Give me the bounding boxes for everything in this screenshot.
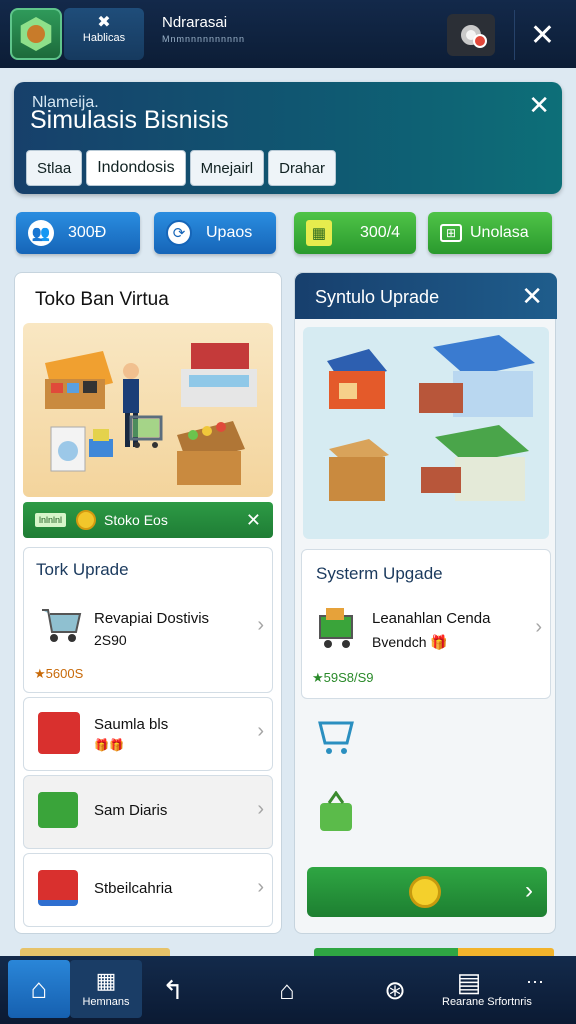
app-title: Ndrarasai <box>162 14 228 31</box>
tab-3[interactable]: Mnejairl <box>189 150 265 186</box>
shop-title: Toko Ban Virtua <box>35 289 169 310</box>
store-upgrade-title: Tork Uprade <box>36 560 129 579</box>
cart-outline-icon[interactable] <box>317 717 355 757</box>
shop-bar-label: Stoko Eos <box>104 512 168 528</box>
brand-label: Hablicas <box>82 32 126 44</box>
menu-button[interactable]: ▦ Hemnans <box>70 960 142 1018</box>
header-tabs: Stlaa Indondosis Mnejairl Drahar <box>26 150 336 186</box>
tab-4[interactable]: Drahar <box>268 150 336 186</box>
tab-1[interactable]: Stlaa <box>26 150 83 186</box>
app-logo[interactable] <box>10 8 62 60</box>
record-indicator-icon <box>473 34 487 48</box>
system-upgrade-item-name: Leanahlan Cenda <box>372 610 491 627</box>
coin-icon <box>409 876 441 908</box>
home-icon[interactable]: ⌂ <box>8 960 70 1018</box>
chevron-right-icon: › <box>525 877 533 904</box>
chevron-right-icon: › <box>257 614 264 636</box>
back-icon[interactable]: ↰ <box>148 956 198 1024</box>
top-bar: ✖ Hablicas Ndrarasai Mnmnnnnnnnnnn ✕ <box>0 0 576 68</box>
system-upgrade-price: ★59S8/S9 <box>312 670 374 685</box>
chevron-right-icon: › <box>257 798 264 820</box>
list-item[interactable]: Sam Diaris › <box>23 775 273 849</box>
tab-2-active[interactable]: Indondosis <box>86 150 186 186</box>
gift-icon: ▦ <box>306 220 332 246</box>
store-upgrade-item-name: Revapiai Dostivis <box>94 610 210 627</box>
shop-tag: lnlnlnl <box>35 513 67 527</box>
coin-icon <box>76 510 97 530</box>
record-button[interactable] <box>447 14 495 56</box>
shop-illustration <box>23 323 273 497</box>
system-upgrade-panel: Syntulo Uprade ✕ Systerm Upgade Leanahla… <box>294 272 557 934</box>
system-upgrade-card[interactable]: Systerm Upgade Leanahlan Cenda Bvendch 🎁… <box>301 549 551 699</box>
close-button[interactable]: ✕ <box>514 10 570 60</box>
chevron-right-icon: › <box>257 720 264 742</box>
list-item-sub: 🎁🎁 <box>94 738 124 752</box>
store-upgrade-card[interactable]: Tork Uprade Revapiai Dostivis 2S90 › ★56… <box>23 547 273 693</box>
chevron-right-icon: › <box>257 876 264 898</box>
store-upgrade-price: ★5600S <box>34 666 84 681</box>
header-title: Simulasis Bisnisis <box>30 106 229 134</box>
chevron-right-icon: › <box>535 616 542 638</box>
system-upgrade-title: Syntulo Uprade <box>315 287 440 307</box>
brand-button[interactable]: ✖ Hablicas <box>64 8 144 60</box>
simulation-header: Nlameija. Simulasis Bisnisis ✕ Stlaa Ind… <box>14 82 562 194</box>
system-upgrade-card-title: Systerm Upgade <box>316 564 443 583</box>
virtual-shop-panel: Toko Ban Virtua lnlnlnl Stoko Eos ✕ Tork… <box>14 272 282 934</box>
stat-label-4: Unolasa <box>470 224 529 241</box>
stat-button-4[interactable]: ⊞ Unolasa <box>428 212 552 254</box>
cart-icon <box>38 792 78 828</box>
home-outline-icon[interactable]: ⌂ <box>262 956 312 1024</box>
system-upgrade-header: Syntulo Uprade ✕ <box>295 273 557 319</box>
grid-icon: ⊞ <box>440 224 462 242</box>
stat-label-3: 300/4 <box>360 224 401 241</box>
system-upgrade-item-sub: Bvendch 🎁 <box>372 634 448 650</box>
cart-icon <box>314 606 360 650</box>
box-icon <box>38 712 80 754</box>
stat-label-2: Upaos <box>206 224 253 241</box>
stat-button-2[interactable]: ⟳ Upaos <box>154 212 276 254</box>
confirm-upgrade-button[interactable]: › <box>307 867 547 917</box>
store-upgrade-item-sub: 2S90 <box>94 632 127 648</box>
stat-button-1[interactable]: 👥 300Ð <box>16 212 140 254</box>
system-upgrade-illustration <box>303 327 549 539</box>
bottom-nav: ⌂ ▦ Hemnans ↰ ⌂ ⊛ ▤ ⋯ Rearane Srfortnris <box>0 956 576 1024</box>
system-upgrade-close-button[interactable]: ✕ <box>521 281 543 312</box>
settings-icon[interactable]: ⊛ <box>370 956 420 1024</box>
list-item[interactable]: Stbeilcahria › <box>23 853 273 927</box>
menu-label: Hemnans <box>82 996 130 1008</box>
users-icon: 👥 <box>28 220 54 246</box>
app-subtitle: Mnmnnnnnnnnnn <box>162 34 246 44</box>
nav-right-label: Rearane Srfortnris <box>442 996 532 1008</box>
cart-icon <box>38 870 78 906</box>
stat-button-3[interactable]: ▦ 300/4 <box>294 212 416 254</box>
shopping-bag-icon[interactable] <box>317 790 355 833</box>
shop-bar-close-icon[interactable]: ✕ <box>246 510 261 531</box>
shop-status-bar: lnlnlnl Stoko Eos ✕ <box>23 502 273 538</box>
header-close-button[interactable]: ✕ <box>528 90 550 121</box>
upgrade-icon: ⟳ <box>166 220 192 246</box>
cart-icon <box>38 604 82 644</box>
list-item[interactable]: Saumla bls 🎁🎁 › <box>23 697 273 771</box>
stat-label-1: 300Ð <box>68 224 107 241</box>
list-item-label: Saumla bls <box>94 716 169 733</box>
list-item-label: Stbeilcahria <box>94 880 173 897</box>
grid-icon: ▦ <box>95 968 117 993</box>
list-item-label: Sam Diaris <box>94 802 168 819</box>
brand-icon: ✖ <box>97 14 111 31</box>
